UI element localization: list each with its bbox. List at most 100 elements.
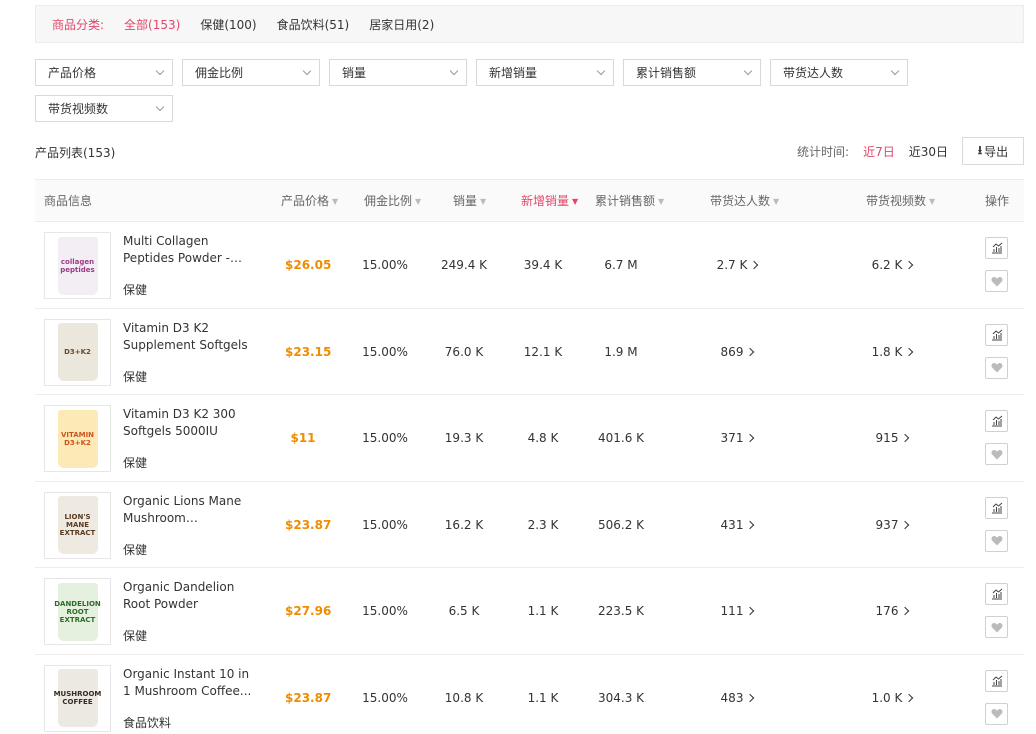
category-all[interactable]: 全部(153) xyxy=(124,16,180,33)
filter-commission[interactable]: 佣金比例 xyxy=(182,59,320,86)
filter-label: 带货视频数 xyxy=(48,102,109,116)
videos-link[interactable]: 915 xyxy=(860,395,924,481)
filter-sales[interactable]: 销量 xyxy=(329,59,467,86)
filter-new-sales[interactable]: 新增销量 xyxy=(476,59,614,86)
col-label: 销量 xyxy=(453,194,478,208)
revenue-value: 223.5 K xyxy=(597,604,645,618)
product-image[interactable]: MUSHROOM COFFEE xyxy=(44,664,111,732)
export-button[interactable]: ⭳ 导出 xyxy=(962,137,1024,165)
product-category: 保健 xyxy=(123,283,148,297)
commission-rate: 15.00% xyxy=(362,344,408,359)
favorite-button[interactable] xyxy=(985,702,1008,725)
sort-icon: ▼ xyxy=(929,196,936,206)
favorite-button[interactable] xyxy=(985,616,1008,638)
creators-link[interactable]: 111 xyxy=(705,568,769,654)
package-text: DANDELION xyxy=(54,599,101,608)
chevron-right-icon xyxy=(905,347,914,356)
videos-link[interactable]: 6.2 K xyxy=(860,222,924,308)
col-label: 佣金比例 xyxy=(364,194,413,208)
chart-icon xyxy=(991,415,1003,427)
product-name[interactable]: Multi Collagen Peptides Powder - Hydroly… xyxy=(123,233,258,267)
trend-chart-button[interactable] xyxy=(985,669,1008,692)
stat-7-days[interactable]: 近7日 xyxy=(863,143,895,160)
videos-link[interactable]: 1.8 K xyxy=(860,309,924,395)
new-sales-value: 12.1 K xyxy=(523,344,563,359)
table-row: MUSHROOM COFFEE Organic Instant 10 in 1 … xyxy=(35,655,1024,734)
heart-icon xyxy=(991,449,1003,460)
commission-rate: 15.00% xyxy=(362,431,408,445)
product-name[interactable]: Organic Lions Mane Mushroom Supplement..… xyxy=(123,493,258,527)
heart-icon xyxy=(991,622,1003,633)
table-body: collagen peptides Multi Collagen Peptide… xyxy=(35,222,1024,734)
product-image[interactable]: VITAMIN D3+K2 xyxy=(44,405,111,472)
videos-link[interactable]: 176 xyxy=(860,568,924,654)
filter-label: 新增销量 xyxy=(489,66,538,80)
creators-link[interactable]: 483 xyxy=(705,655,769,734)
favorite-button[interactable] xyxy=(985,443,1008,465)
filter-videos[interactable]: 带货视频数 xyxy=(35,95,173,122)
product-image[interactable]: D3+K2 xyxy=(44,318,111,386)
col-label: 累计销售额 xyxy=(595,194,656,208)
product-image[interactable]: LION'S MANE EXTRACT xyxy=(44,491,111,559)
new-sales-value: 1.1 K xyxy=(527,690,559,705)
package-text: COFFEE xyxy=(62,698,93,706)
trend-chart-button[interactable] xyxy=(985,496,1008,519)
product-name[interactable]: Organic Dandelion Root Powder xyxy=(123,579,258,613)
heart-icon xyxy=(991,276,1003,287)
col-videos[interactable]: 带货视频数 ▼ xyxy=(866,180,935,222)
sales-value: 76.0 K xyxy=(444,344,484,359)
filter-creators[interactable]: 带货达人数 xyxy=(770,59,908,86)
videos-link[interactable]: 937 xyxy=(860,482,924,568)
col-creators[interactable]: 带货达人数 ▼ xyxy=(710,180,779,222)
col-sales[interactable]: 销量 ▼ xyxy=(453,180,486,222)
product-package-image: VITAMIN D3+K2 xyxy=(57,409,98,468)
creators-link[interactable]: 371 xyxy=(705,395,769,481)
chevron-right-icon xyxy=(750,260,759,270)
product-image[interactable]: DANDELION ROOT EXTRACT xyxy=(44,578,111,645)
chevron-right-icon xyxy=(746,347,755,356)
col-new-sales[interactable]: 新增销量 ▼ xyxy=(521,180,578,222)
revenue-value: 6.7 M xyxy=(604,258,638,272)
sales-value: 6.5 K xyxy=(448,604,480,618)
product-category: 保健 xyxy=(123,369,148,384)
creators-link[interactable]: 431 xyxy=(705,482,769,568)
category-home[interactable]: 居家日用(2) xyxy=(369,16,434,33)
commission-rate: 15.00% xyxy=(362,258,408,272)
product-list-title: 产品列表(153) xyxy=(35,146,116,160)
table-row: DANDELION ROOT EXTRACT Organic Dandelion… xyxy=(35,568,1024,655)
stat-30-days[interactable]: 近30日 xyxy=(909,143,948,160)
filter-revenue[interactable]: 累计销售额 xyxy=(623,59,761,86)
favorite-button[interactable] xyxy=(985,356,1008,379)
col-commission[interactable]: 佣金比例 ▼ xyxy=(364,180,421,222)
trend-chart-button[interactable] xyxy=(985,237,1008,259)
col-revenue[interactable]: 累计销售额 ▼ xyxy=(595,180,664,222)
favorite-button[interactable] xyxy=(985,529,1008,552)
category-health[interactable]: 保健(100) xyxy=(200,16,256,33)
product-image[interactable]: collagen peptides xyxy=(44,232,111,299)
filter-price[interactable]: 产品价格 xyxy=(35,59,173,86)
trend-chart-button[interactable] xyxy=(985,323,1008,346)
filter-label: 带货达人数 xyxy=(783,66,844,80)
chevron-right-icon xyxy=(901,433,910,443)
col-price[interactable]: 产品价格 ▼ xyxy=(281,180,338,222)
category-food[interactable]: 食品饮料(51) xyxy=(277,16,350,33)
filter-group: 产品价格 佣金比例 销量 新增销量 累计销售额 带货达人数 带货视频数 xyxy=(35,59,935,122)
chart-icon xyxy=(991,329,1003,341)
sales-value: 10.8 K xyxy=(444,690,484,705)
videos-value: 915 xyxy=(875,431,899,445)
table-row: VITAMIN D3+K2 Vitamin D3 K2 300 Softgels… xyxy=(35,395,1024,482)
videos-link[interactable]: 1.0 K xyxy=(860,655,924,734)
trend-chart-button[interactable] xyxy=(985,410,1008,432)
creators-link[interactable]: 2.7 K xyxy=(705,222,769,308)
chevron-right-icon xyxy=(901,520,910,529)
trend-chart-button[interactable] xyxy=(985,583,1008,605)
creators-link[interactable]: 869 xyxy=(705,309,769,395)
product-table: 商品信息 产品价格 ▼ 佣金比例 ▼ 销量 ▼ 新增销量 ▼ 累计销售额 ▼ 带货达人数 ▼… xyxy=(35,179,1024,734)
product-name[interactable]: Organic Instant 10 in 1 Mushroom Coffee.… xyxy=(123,666,258,700)
product-price: $11 xyxy=(290,431,316,445)
product-name[interactable]: Vitamin D3 K2 300 Softgels 5000IU xyxy=(123,406,258,440)
favorite-button[interactable] xyxy=(985,270,1008,292)
col-label: 新增销量 xyxy=(521,194,570,208)
product-name[interactable]: Vitamin D3 K2 Supplement Softgels xyxy=(123,320,258,354)
revenue-value: 401.6 K xyxy=(597,431,645,445)
